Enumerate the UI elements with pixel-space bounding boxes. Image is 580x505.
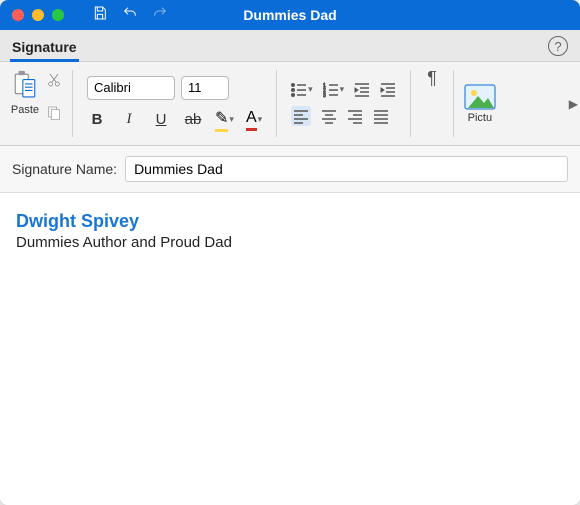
show-formatting-button[interactable]: ¶	[421, 68, 443, 139]
window-controls	[12, 9, 64, 21]
signature-author-title: Dummies Author and Proud Dad	[16, 234, 564, 251]
ribbon-tabbar: Signature ?	[0, 30, 580, 62]
tab-signature[interactable]: Signature	[10, 35, 79, 62]
svg-text:3: 3	[323, 93, 326, 98]
save-icon[interactable]	[92, 5, 108, 26]
clipboard-group: Paste	[10, 68, 62, 139]
underline-button[interactable]: U	[151, 111, 171, 128]
align-left-button[interactable]	[291, 106, 311, 126]
picture-label: Pictu	[468, 112, 492, 124]
help-icon[interactable]: ?	[548, 36, 568, 56]
titlebar: Dummies Dad	[0, 0, 580, 30]
quick-access-toolbar	[92, 5, 168, 26]
cut-icon[interactable]	[46, 72, 62, 93]
paragraph-group: ▾ 123▾	[287, 68, 400, 139]
justify-button[interactable]	[373, 108, 389, 124]
bold-button[interactable]: B	[87, 111, 107, 128]
signature-name-input[interactable]	[125, 156, 568, 182]
signature-name-label: Signature Name:	[12, 161, 117, 177]
redo-icon[interactable]	[152, 5, 168, 26]
bullet-list-button[interactable]: ▾	[291, 82, 313, 98]
insert-picture-group[interactable]: Pictu	[464, 68, 496, 139]
copy-icon[interactable]	[46, 105, 62, 126]
numbered-list-button[interactable]: 123▾	[323, 82, 345, 98]
highlight-color-button[interactable]: ✎▾	[215, 108, 234, 132]
window-title: Dummies Dad	[243, 7, 336, 23]
signature-editor-window: Dummies Dad Signature ? Paste	[0, 0, 580, 505]
align-right-button[interactable]	[347, 108, 363, 124]
signature-editor-area[interactable]: Dwight Spivey Dummies Author and Proud D…	[0, 193, 580, 505]
strikethrough-button[interactable]: ab	[183, 111, 203, 128]
picture-icon	[464, 84, 496, 110]
increase-indent-button[interactable]	[380, 82, 396, 98]
ribbon-overflow-icon[interactable]: ▶	[569, 97, 578, 111]
font-group: Calibri 11 B I U ab ✎▾ A▾	[83, 68, 266, 139]
paste-icon[interactable]	[10, 68, 40, 102]
zoom-window-button[interactable]	[52, 9, 64, 21]
font-family-select[interactable]: Calibri	[87, 76, 175, 100]
italic-button[interactable]: I	[119, 111, 139, 128]
minimize-window-button[interactable]	[32, 9, 44, 21]
undo-icon[interactable]	[122, 5, 138, 26]
font-size-select[interactable]: 11	[181, 76, 229, 100]
signature-author-name: Dwight Spivey	[16, 211, 564, 232]
ribbon: Paste Calibri 11 B	[0, 62, 580, 146]
paste-label: Paste	[11, 104, 39, 116]
align-center-button[interactable]	[321, 108, 337, 124]
signature-name-row: Signature Name:	[0, 146, 580, 193]
close-window-button[interactable]	[12, 9, 24, 21]
decrease-indent-button[interactable]	[354, 82, 370, 98]
font-color-button[interactable]: A▾	[246, 109, 262, 131]
